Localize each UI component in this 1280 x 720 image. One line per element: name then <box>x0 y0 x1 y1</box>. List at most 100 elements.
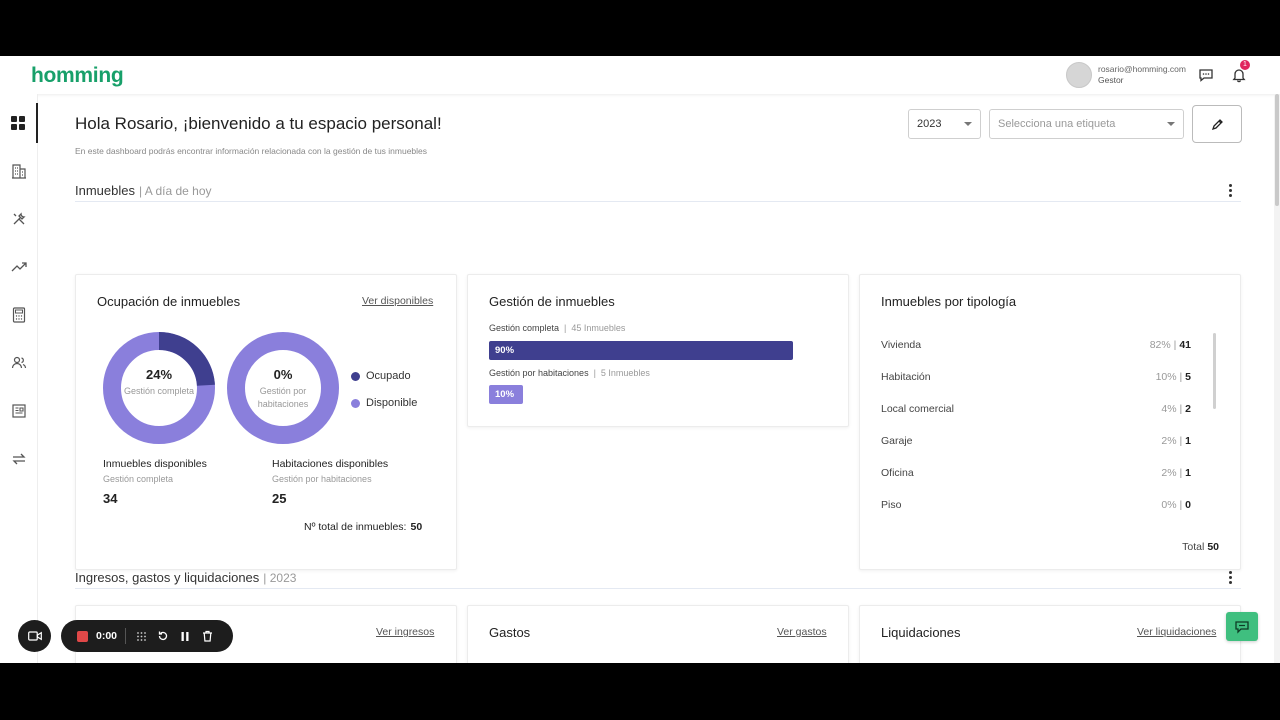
tipologia-value: 0% | 0 <box>1161 499 1191 511</box>
document-icon <box>12 404 26 418</box>
sidebar-item-documents[interactable] <box>0 391 38 431</box>
ver-disponibles-link[interactable]: Ver disponibles <box>362 295 433 307</box>
tipologia-value: 82% | 41 <box>1149 339 1191 351</box>
total-label: Total <box>1182 541 1205 553</box>
tipologia-name: Oficina <box>881 467 914 479</box>
section-subtitle: | 2023 <box>263 571 297 585</box>
tipologia-row: Habitación 10% | 5 <box>881 371 1191 387</box>
inmuebles-section-header: Inmuebles | A día de hoy <box>75 182 1241 202</box>
chat-icon[interactable] <box>1196 65 1216 85</box>
sidebar-item-accounting[interactable] <box>0 295 38 335</box>
drag-handle-icon[interactable] <box>134 629 148 643</box>
users-icon <box>11 356 27 369</box>
tag-select-placeholder: Selecciona una etiqueta <box>998 118 1116 130</box>
bar-label-habitaciones: Gestión por habitaciones | 5 Inmuebles <box>489 368 650 378</box>
dashboard-icon <box>11 116 25 130</box>
section-subtitle: | A día de hoy <box>138 184 212 198</box>
legend-dot <box>351 371 360 381</box>
calculator-icon <box>12 307 26 323</box>
stat-subtitle: Gestión por habitaciones <box>272 474 372 484</box>
tipologia-row: Garaje 2% | 1 <box>881 435 1191 451</box>
camera-toggle-button[interactable] <box>18 620 51 652</box>
card-title: Gastos <box>489 625 531 640</box>
year-select[interactable]: 2023 <box>908 109 981 139</box>
tipologia-name: Garaje <box>881 435 913 447</box>
sidebar-item-maintenance[interactable] <box>0 199 38 239</box>
restart-icon[interactable] <box>156 629 170 643</box>
sidebar-item-analytics[interactable] <box>0 247 38 287</box>
tipologia-name: Piso <box>881 499 902 511</box>
bar-gestion-completa: 90% <box>489 341 794 360</box>
tipologia-value: 10% | 5 <box>1155 371 1191 383</box>
stat-title: Inmuebles disponibles <box>103 458 207 470</box>
bar-gestion-habitaciones: 10% <box>489 385 523 404</box>
bar-label-count: 5 Inmuebles <box>600 368 650 378</box>
bar-label-text: Gestión por habitaciones <box>489 368 589 378</box>
sidebar-item-dashboard[interactable] <box>0 103 38 143</box>
recording-toolbar: 0:00 <box>61 620 233 652</box>
chevron-down-icon <box>964 122 972 126</box>
support-chat-button[interactable] <box>1226 612 1258 641</box>
sidebar <box>0 94 38 663</box>
total-value: 50 <box>410 521 423 533</box>
video-camera-icon <box>27 631 42 641</box>
dashboard-main: Hola Rosario, ¡bienvenido a tu espacio p… <box>38 94 1274 663</box>
more-options-icon[interactable] <box>1229 184 1233 197</box>
more-options-icon[interactable] <box>1229 571 1233 584</box>
user-menu[interactable]: rosario@homming.com Gestor <box>1066 62 1186 88</box>
section-title: Ingresos, gastos y liquidaciones <box>75 570 260 585</box>
logo[interactable]: homming <box>31 64 124 88</box>
app-window: homming rosario@homming.com Gestor 1 Hol… <box>0 56 1280 663</box>
sidebar-item-buildings[interactable] <box>0 151 38 191</box>
page-title: Hola Rosario, ¡bienvenido a tu espacio p… <box>75 114 442 133</box>
year-select-value: 2023 <box>917 118 942 130</box>
ver-gastos-link[interactable]: Ver gastos <box>777 626 827 638</box>
top-bar: homming rosario@homming.com Gestor 1 <box>0 56 1280 94</box>
trash-icon[interactable] <box>200 629 214 643</box>
legend-available: Disponible <box>351 397 417 409</box>
transfer-icon <box>12 453 26 465</box>
donut-label: Gestión completa <box>123 386 195 396</box>
legend-dot <box>351 398 360 408</box>
tipologia-value: 2% | 1 <box>1161 467 1191 479</box>
sidebar-item-transfers[interactable] <box>0 439 38 479</box>
gastos-card: Gastos Ver gastos <box>467 605 849 663</box>
building-icon <box>12 164 26 179</box>
sidebar-item-contacts[interactable] <box>0 343 38 383</box>
tipologia-total: Total 50 <box>1182 541 1219 553</box>
legend-occupied: Ocupado <box>351 370 411 382</box>
user-info: rosario@homming.com Gestor <box>1098 64 1186 86</box>
legend-label: Disponible <box>366 397 418 409</box>
legend-label: Ocupado <box>366 370 411 382</box>
ingresos-section-header: Ingresos, gastos y liquidaciones | 2023 <box>75 569 1241 589</box>
stop-recording-button[interactable] <box>77 630 88 642</box>
section-title: Inmuebles <box>75 183 135 198</box>
card-title: Inmuebles por tipología <box>881 294 1017 309</box>
avatar[interactable] <box>1066 62 1092 88</box>
card-title: Liquidaciones <box>881 625 961 640</box>
bar-label-text: Gestión completa <box>489 323 560 333</box>
donut-pct: 24% <box>145 367 173 382</box>
recording-timer: 0:00 <box>96 630 118 642</box>
chevron-down-icon <box>1167 122 1175 126</box>
pause-icon[interactable] <box>178 629 192 643</box>
divider <box>125 628 127 644</box>
ver-liquidaciones-link[interactable]: Ver liquidaciones <box>1137 626 1216 638</box>
tag-select[interactable]: Selecciona una etiqueta <box>989 109 1184 139</box>
page-subtitle: En este dashboard podrás encontrar infor… <box>75 146 428 156</box>
stat-subtitle: Gestión completa <box>103 474 174 484</box>
scrollbar-thumb[interactable] <box>1275 94 1279 206</box>
donut-label: Gestión por habitaciones <box>257 386 309 409</box>
donut-center-completa: 24% Gestión completa <box>119 367 199 398</box>
ver-ingresos-link[interactable]: Ver ingresos <box>376 626 434 638</box>
donut-pct: 0% <box>273 367 293 382</box>
page-scrollbar[interactable] <box>1274 94 1280 663</box>
total-value: 50 <box>1207 541 1219 553</box>
bell-icon[interactable]: 1 <box>1229 60 1250 85</box>
pencil-icon <box>1211 118 1223 130</box>
liquidaciones-card: Liquidaciones Ver liquidaciones <box>859 605 1241 663</box>
edit-dashboard-button[interactable] <box>1192 105 1242 143</box>
total-label: Nº total de inmuebles: <box>304 521 407 533</box>
list-scrollbar[interactable] <box>1213 333 1216 409</box>
tipologia-name: Habitación <box>881 371 931 383</box>
